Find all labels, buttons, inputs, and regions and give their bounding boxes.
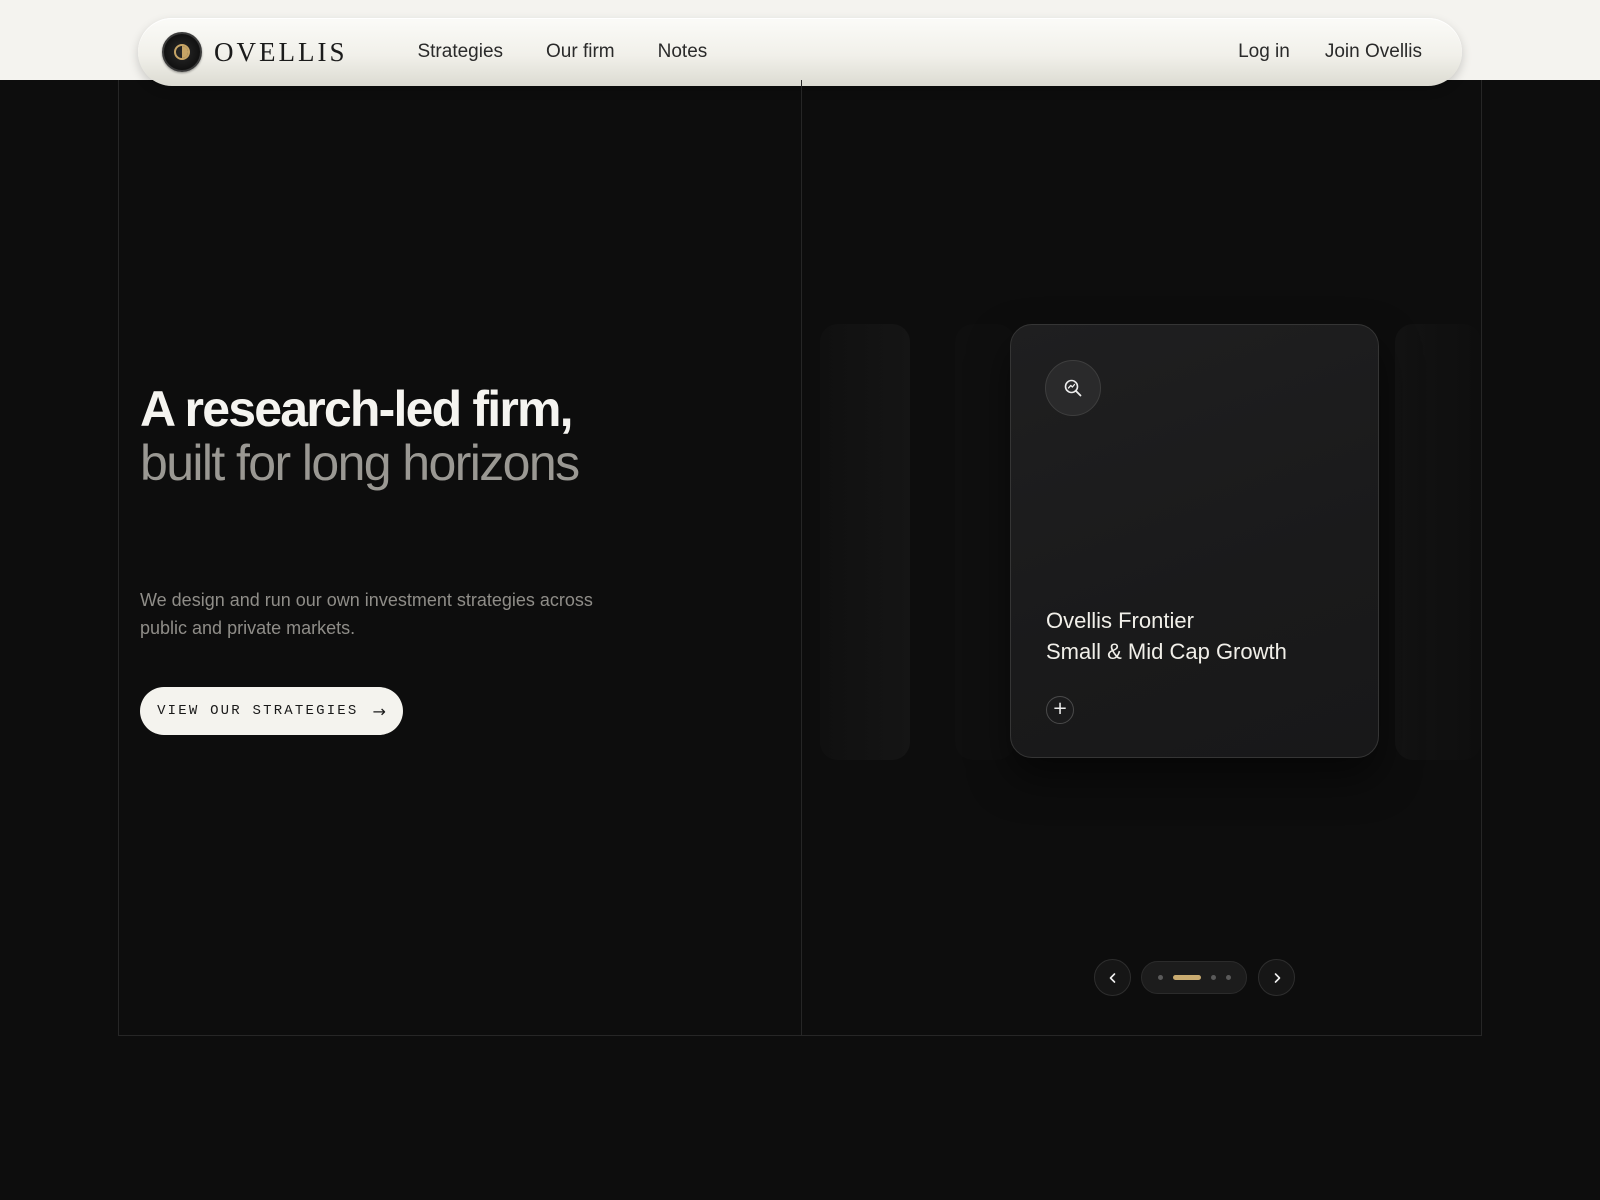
nav-links: Strategies Our firm Notes bbox=[417, 41, 707, 63]
chevron-left-icon bbox=[1109, 972, 1115, 983]
hero-title-line2: built for long horizons bbox=[140, 435, 580, 491]
chevron-right-icon bbox=[1274, 972, 1280, 983]
carousel-dot-2[interactable] bbox=[1172, 975, 1201, 980]
nav-link-our-firm[interactable]: Our firm bbox=[546, 41, 615, 63]
plus-icon[interactable]: + bbox=[1046, 696, 1074, 724]
strategy-card[interactable]: Ovellis Frontier Small & Mid Cap Growth … bbox=[1010, 324, 1379, 758]
strategy-card-title-line2: Small & Mid Cap Growth bbox=[1046, 639, 1287, 664]
carousel-card-next[interactable] bbox=[1395, 324, 1481, 760]
nav-link-strategies[interactable]: Strategies bbox=[417, 41, 503, 63]
arrow-right-icon: → bbox=[372, 701, 386, 721]
strategy-card-title: Ovellis Frontier Small & Mid Cap Growth bbox=[1046, 605, 1356, 667]
carousel-card-previous[interactable] bbox=[820, 324, 910, 760]
nav-account: Log in Join Ovellis bbox=[1238, 41, 1422, 63]
brand-name: OVELLIS bbox=[214, 36, 348, 67]
ovellis-logo-icon bbox=[162, 32, 202, 72]
view-strategies-label: VIEW OUR STRATEGIES bbox=[157, 703, 359, 719]
carousel-card-shadow bbox=[955, 324, 1015, 760]
carousel-prev-button[interactable] bbox=[1094, 959, 1131, 996]
hero-title: A research-led firm, built for long hori… bbox=[140, 382, 760, 490]
column-divider bbox=[801, 80, 802, 1036]
hero-title-line1: A research-led firm, bbox=[140, 381, 574, 437]
brand[interactable]: OVELLIS bbox=[162, 32, 347, 72]
view-strategies-button[interactable]: VIEW OUR STRATEGIES → bbox=[140, 687, 403, 735]
carousel-pagination bbox=[1141, 961, 1247, 994]
search-chart-icon bbox=[1045, 360, 1101, 416]
login-link[interactable]: Log in bbox=[1238, 41, 1290, 63]
nav-link-notes[interactable]: Notes bbox=[658, 41, 708, 63]
hero-description: We design and run our own investment str… bbox=[140, 590, 593, 638]
carousel-dot-3[interactable] bbox=[1210, 975, 1216, 980]
carousel-dot-4[interactable] bbox=[1225, 975, 1231, 980]
join-link[interactable]: Join Ovellis bbox=[1325, 41, 1422, 63]
strategy-card-title-line1: Ovellis Frontier bbox=[1046, 608, 1194, 633]
navbar: OVELLIS Strategies Our firm Notes Log in… bbox=[138, 18, 1462, 86]
carousel-next-button[interactable] bbox=[1258, 959, 1295, 996]
carousel-dot-1[interactable] bbox=[1157, 975, 1163, 980]
